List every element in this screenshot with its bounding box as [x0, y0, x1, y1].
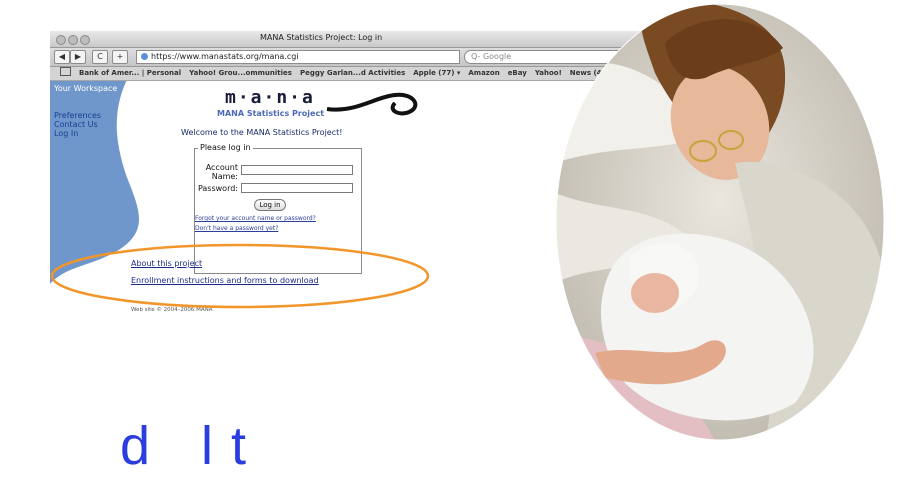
about-project-link[interactable]: About this project [131, 259, 202, 268]
your-workspace-link[interactable]: Your Workspace [54, 84, 117, 93]
login-legend: Please log in [198, 143, 253, 152]
bookmark-item[interactable]: Yahoo! Grou...ommunities [189, 69, 292, 77]
sidebar-item-log-in[interactable]: Log In [54, 129, 78, 138]
password-label: Password: [197, 184, 238, 193]
bookmark-item[interactable]: Peggy Garlan...d Activities [300, 69, 405, 77]
logo-subtitle: MANA Statistics Project [217, 109, 325, 118]
copyright-footer: Web site © 2004–2006 MANA [131, 307, 213, 313]
reload-button[interactable]: C [92, 50, 108, 64]
address-bar[interactable]: https://www.manastats.org/mana.cgi [136, 50, 460, 64]
bookmark-item[interactable]: Amazon [468, 69, 499, 77]
search-placeholder: Q- Google [471, 52, 512, 61]
forward-button[interactable]: ▶ [70, 50, 86, 64]
close-window-icon[interactable] [56, 35, 66, 45]
bookmark-item[interactable]: Apple (77) ▾ [413, 69, 460, 77]
add-bookmark-button[interactable]: + [112, 50, 128, 64]
sidebar-item-preferences[interactable]: Preferences [54, 111, 101, 120]
bookmark-item[interactable]: Bank of Amer... | Personal [79, 69, 181, 77]
back-button[interactable]: ◀ [54, 50, 70, 64]
enrollment-link[interactable]: Enrollment instructions and forms to dow… [131, 276, 319, 285]
zoom-window-icon[interactable] [80, 35, 90, 45]
forgot-password-link[interactable]: Forgot your account name or password? [195, 215, 316, 222]
account-name-field[interactable] [241, 165, 353, 175]
login-button[interactable]: Log in [254, 199, 286, 211]
account-label-2: Name: [211, 172, 238, 181]
mana-logo: m·a·n·a [225, 87, 315, 108]
minimize-window-icon[interactable] [68, 35, 78, 45]
no-password-link[interactable]: Don't have a password yet? [195, 225, 278, 232]
logo-swoosh [326, 92, 418, 116]
slide: MANA Statistics Project: Log in ◀ ▶ C + … [0, 0, 913, 476]
window-title: MANA Statistics Project: Log in [260, 33, 383, 42]
password-field[interactable] [241, 183, 353, 193]
welcome-text: Welcome to the MANA Statistics Project! [181, 128, 343, 137]
bookmark-item[interactable]: eBay [508, 69, 527, 77]
url-text: https://www.manastats.org/mana.cgi [151, 52, 299, 61]
globe-icon [141, 53, 148, 60]
slide-heading-cut-off: d lt [120, 416, 265, 476]
book-icon[interactable] [60, 67, 71, 76]
mother-and-baby-photo [555, 3, 885, 441]
sidebar-item-contact-us[interactable]: Contact Us [54, 120, 98, 129]
account-label: Account [205, 163, 238, 172]
